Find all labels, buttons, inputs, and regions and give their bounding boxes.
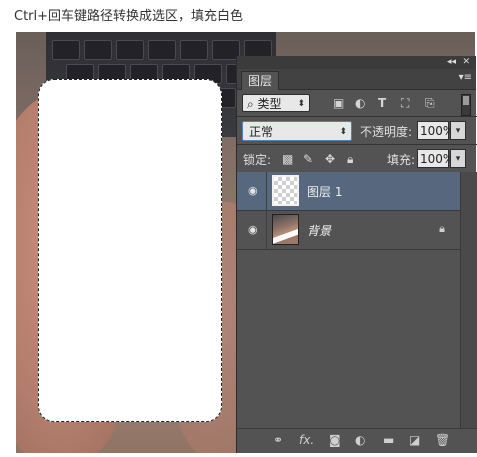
key-shape [84,40,112,60]
opacity-label: 不透明度: [360,125,413,139]
white-filled-selection[interactable] [38,79,222,422]
close-panel-icon[interactable]: ✕ [462,56,470,69]
divider [266,211,267,250]
key-shape [180,40,208,60]
layers-scrollbar[interactable] [460,172,477,429]
fill-label: 填充: [387,153,416,167]
opacity-dropdown-button[interactable]: ▾ [450,121,466,140]
fx-icon[interactable]: fx. [299,433,314,447]
new-layer-icon[interactable]: ◪ [409,433,420,447]
fill-input[interactable]: 100% [417,149,454,168]
updown-arrow-icon: ⬍ [339,127,347,137]
filter-row: ⌕ 类型 ⬍ ▣ ◐ T ⛶ ⎘ [237,90,477,116]
lock-image-icon[interactable]: ✎ [303,152,313,166]
key-shape [52,40,80,60]
filter-kind-label: 类型 [257,97,282,111]
shape-filter-icon[interactable]: ⛶ [401,96,409,110]
blend-row: 正常 ⬍ 不透明度: 100% ▾ [237,116,477,144]
layer-name[interactable]: 背景 [307,222,331,239]
adjustment-filter-icon[interactable]: ◐ [355,96,365,110]
blend-mode-select[interactable]: 正常 ⬍ [242,121,352,141]
filter-kind-select[interactable]: ⌕ 类型 ⬍ [242,94,310,112]
eye-icon[interactable]: ◉ [248,184,258,197]
lock-label: 锁定: [243,153,272,167]
lock-icon: 🔒︎ [439,222,445,235]
layers-panel: ◂◂ ✕ 图层 ▾≡ ⌕ 类型 ⬍ ▣ ◐ T ⛶ ⎘ 正常 ⬍ 不透明度: 1… [236,56,477,453]
search-icon: ⌕ [247,97,258,111]
key-shape [116,40,144,60]
layers-list: ◉ 图层 1 ◉ 背景 🔒︎ [237,172,477,429]
panel-title-strip: ◂◂ ✕ [237,56,476,69]
lock-row: 锁定: ▩ ✎ ✥ 🔒︎ 填充: 100% ▾ [237,144,477,172]
layer-row-background[interactable]: ◉ 背景 🔒︎ [237,211,461,250]
divider [266,172,267,211]
add-mask-icon[interactable]: ◙ [329,433,341,447]
blend-mode-label: 正常 [249,125,274,139]
collapse-panel-icon[interactable]: ◂◂ [447,56,456,69]
lock-transparent-icon[interactable]: ▩ [282,152,293,166]
updown-arrow-icon: ⬍ [297,99,305,109]
type-filter-icon[interactable]: T [378,96,386,110]
layers-bottom-toolbar: ⚭ fx. ◙ ◐ ▬ ◪ 🗑︎ [237,428,477,453]
new-group-icon[interactable]: ▬ [383,433,394,447]
opacity-input[interactable]: 100% [417,121,454,140]
lock-all-icon[interactable]: 🔒︎ [347,152,353,166]
smart-object-filter-icon[interactable]: ⎘ [425,96,435,110]
filter-toggle[interactable] [461,94,471,116]
new-adjustment-icon[interactable]: ◐ [355,433,365,447]
instruction-caption: Ctrl+回车键路径转换成选区，填充白色 [14,9,244,24]
delete-layer-icon[interactable]: 🗑︎ [435,433,450,447]
lock-position-icon[interactable]: ✥ [325,152,335,166]
layer-row-layer1[interactable]: ◉ 图层 1 [237,172,461,211]
image-filter-icon[interactable]: ▣ [333,96,344,110]
fill-dropdown-button[interactable]: ▾ [450,149,466,168]
key-shape [148,40,176,60]
tab-layers[interactable]: 图层 [241,71,280,90]
eye-icon[interactable]: ◉ [248,223,258,236]
layer-thumbnail [272,175,299,206]
panel-tab-bar: 图层 ▾≡ [237,69,476,90]
menu-icon[interactable]: ▾≡ [459,72,472,83]
layer-thumbnail [272,214,299,245]
link-layers-icon[interactable]: ⚭ [273,433,283,447]
layer-name[interactable]: 图层 1 [307,183,342,200]
